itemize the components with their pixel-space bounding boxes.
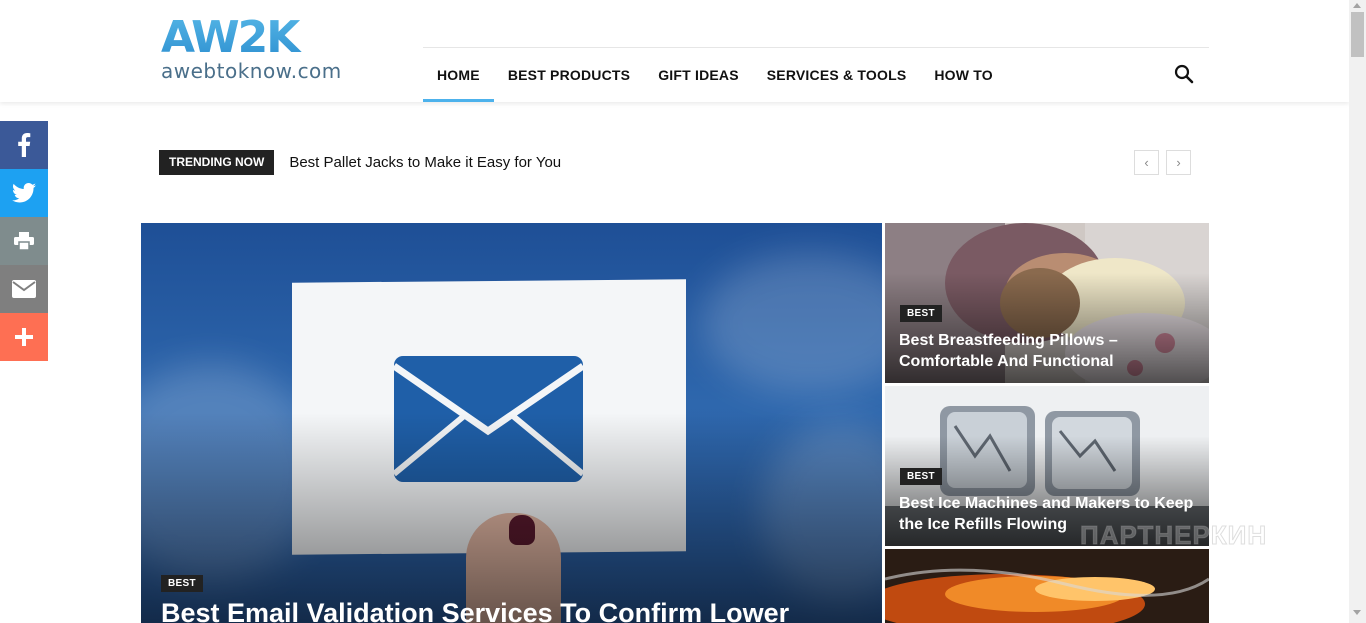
category-badge[interactable]: BEST: [161, 575, 203, 592]
nav-item-best-products[interactable]: BEST PRODUCTS: [494, 48, 644, 102]
trending-label: TRENDING NOW: [159, 150, 275, 175]
logo-subtitle: awebtoknow.com: [161, 59, 342, 83]
social-share-bar: [0, 121, 48, 361]
twitter-icon: [12, 183, 36, 203]
site-logo[interactable]: AW2K awebtoknow.com: [161, 14, 361, 86]
watermark-text: ПАРТНЕРКИН: [1079, 520, 1268, 551]
trending-prev-button[interactable]: ‹: [1134, 150, 1159, 175]
nav-item-gift-ideas[interactable]: GIFT IDEAS: [644, 48, 753, 102]
nav-item-services-tools[interactable]: SERVICES & TOOLS: [753, 48, 921, 102]
scroll-up-arrow-icon[interactable]: [1353, 3, 1361, 8]
print-icon: [14, 232, 34, 250]
featured-main-card[interactable]: BEST Best Email Validation Services To C…: [141, 223, 882, 623]
email-share-button[interactable]: [0, 265, 48, 313]
facebook-share-button[interactable]: [0, 121, 48, 169]
email-icon: [12, 280, 36, 298]
plus-icon: [15, 328, 33, 346]
category-badge[interactable]: BEST: [900, 305, 942, 322]
nav-item-how-to[interactable]: HOW TO: [920, 48, 1007, 102]
logo-mark-icon: AW2K: [161, 14, 304, 58]
twitter-share-button[interactable]: [0, 169, 48, 217]
category-badge[interactable]: BEST: [900, 468, 942, 485]
featured-side-card[interactable]: BEST Best Breastfeeding Pillows – Comfor…: [885, 223, 1209, 383]
trending-next-button[interactable]: ›: [1166, 150, 1191, 175]
image-gradient: [141, 413, 882, 623]
scroll-down-arrow-icon[interactable]: [1353, 610, 1361, 615]
site-header: AW2K awebtoknow.com HOME BEST PRODUCTS G…: [0, 0, 1349, 102]
trending-headline-link[interactable]: Best Pallet Jacks to Make it Easy for Yo…: [289, 154, 561, 171]
featured-side-title[interactable]: Best Breastfeeding Pillows – Comfortable…: [899, 330, 1199, 372]
facebook-icon: [18, 133, 31, 157]
nav-item-home[interactable]: HOME: [423, 48, 494, 102]
side-card-image: [885, 549, 1209, 623]
trending-bar: TRENDING NOW Best Pallet Jacks to Make i…: [159, 150, 561, 175]
print-share-button[interactable]: [0, 217, 48, 265]
featured-side-card[interactable]: [885, 549, 1209, 623]
search-icon[interactable]: [1173, 63, 1197, 87]
svg-text:AW2K: AW2K: [161, 14, 302, 58]
page-scrollbar[interactable]: [1349, 0, 1366, 623]
featured-main-title[interactable]: Best Email Validation Services To Confir…: [161, 598, 789, 623]
main-nav: HOME BEST PRODUCTS GIFT IDEAS SERVICES &…: [423, 48, 1007, 102]
more-share-button[interactable]: [0, 313, 48, 361]
trending-nav: ‹ ›: [1134, 150, 1191, 175]
scroll-thumb[interactable]: [1351, 12, 1364, 57]
